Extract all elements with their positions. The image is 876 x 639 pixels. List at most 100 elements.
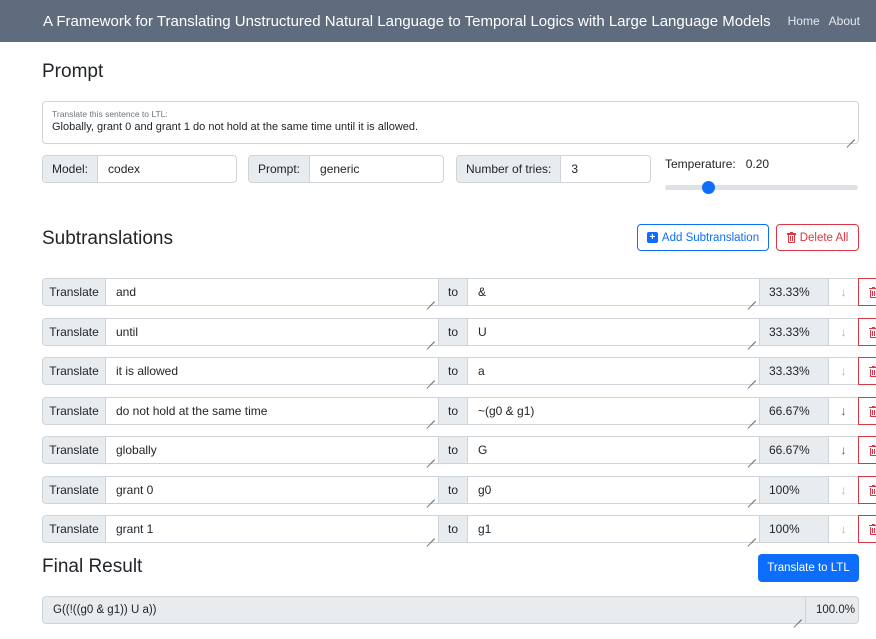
target-formula-input[interactable]: & [467, 278, 760, 306]
temperature-slider-track[interactable] [665, 185, 858, 190]
resize-grip-icon[interactable] [426, 412, 435, 421]
source-text: and [116, 285, 137, 299]
arrow-down-icon[interactable]: ↓ [828, 278, 859, 306]
translate-to-ltl-button[interactable]: Translate to LTL [758, 554, 859, 582]
arrow-down-icon[interactable]: ↓ [828, 318, 859, 346]
arrow-down-icon[interactable]: ↓ [828, 515, 859, 543]
final-result-box: G((!((g0 & g1)) U a)) 100.0% [42, 596, 859, 624]
target-formula-input[interactable]: g1 [467, 515, 760, 543]
prompt-type-label: Prompt: [249, 156, 311, 182]
trash-icon [869, 326, 876, 338]
prompt-select[interactable]: Prompt: generic [248, 155, 444, 183]
resize-grip-icon[interactable] [426, 491, 435, 500]
to-label: to [438, 476, 468, 504]
delete-row-button[interactable] [858, 515, 876, 543]
source-text-input[interactable]: until [105, 318, 439, 346]
resize-grip-icon[interactable] [747, 491, 756, 500]
nav-link-home[interactable]: Home [788, 14, 820, 28]
add-subtranslation-button[interactable]: + Add Subtranslation [637, 224, 769, 251]
resize-grip-icon[interactable] [747, 372, 756, 381]
source-text: do not hold at the same time [116, 404, 268, 418]
arrow-down-icon[interactable]: ↓ [828, 397, 859, 425]
resize-grip-icon[interactable] [426, 372, 435, 381]
prompt-textarea[interactable]: Translate this sentence to LTL: Globally… [42, 101, 859, 144]
confidence-value: 33.33% [759, 357, 829, 385]
trash-icon [869, 405, 876, 417]
translate-label: Translate [42, 357, 106, 385]
delete-all-label: Delete All [799, 231, 849, 244]
target-formula: a [478, 364, 485, 378]
confidence-value: 66.67% [759, 397, 829, 425]
resize-grip-icon[interactable] [747, 293, 756, 302]
resize-grip-icon[interactable] [747, 412, 756, 421]
source-text-input[interactable]: globally [105, 436, 439, 464]
delete-row-button[interactable] [858, 357, 876, 385]
delete-row-button[interactable] [858, 318, 876, 346]
source-text-input[interactable]: do not hold at the same time [105, 397, 439, 425]
resize-grip-icon[interactable] [747, 530, 756, 539]
to-label: to [438, 436, 468, 464]
delete-row-button[interactable] [858, 278, 876, 306]
trash-icon [786, 232, 796, 243]
temperature-label-text: Temperature: [665, 157, 736, 171]
tries-value[interactable]: 3 [561, 156, 650, 182]
nav-link-about[interactable]: About [829, 14, 860, 28]
prompt-type-value[interactable]: generic [310, 156, 443, 182]
target-formula: U [478, 325, 487, 339]
source-text: until [116, 325, 139, 339]
subtranslation-row: Translate and to & 33.33% ↓ [42, 278, 876, 306]
subtranslation-row: Translate globally to G 66.67% ↓ [42, 436, 876, 464]
source-text-input[interactable]: it is allowed [105, 357, 439, 385]
resize-grip-icon[interactable] [426, 333, 435, 342]
source-text-input[interactable]: grant 0 [105, 476, 439, 504]
resize-grip-icon[interactable] [426, 530, 435, 539]
translate-label: Translate [42, 318, 106, 346]
target-formula-input[interactable]: G [467, 436, 760, 464]
subtranslation-row: Translate it is allowed to a 33.33% ↓ [42, 357, 876, 385]
target-formula-input[interactable]: a [467, 357, 760, 385]
source-text: grant 1 [116, 522, 154, 536]
resize-grip-icon[interactable] [747, 451, 756, 460]
navbar-brand[interactable]: A Framework for Translating Unstructured… [43, 13, 779, 30]
delete-row-button[interactable] [858, 397, 876, 425]
arrow-down-icon[interactable]: ↓ [828, 357, 859, 385]
target-formula: G [478, 443, 488, 457]
model-select[interactable]: Model: codex [42, 155, 237, 183]
resize-grip-icon[interactable] [793, 611, 802, 620]
target-formula-input[interactable]: ~(g0 & g1) [467, 397, 760, 425]
plus-square-icon: + [646, 232, 658, 243]
model-value[interactable]: codex [98, 156, 236, 182]
to-label: to [438, 278, 468, 306]
subtranslation-row: Translate grant 1 to g1 100% ↓ [42, 515, 876, 543]
translate-label: Translate [42, 278, 106, 306]
arrow-down-icon[interactable]: ↓ [828, 436, 859, 464]
source-text-input[interactable]: grant 1 [105, 515, 439, 543]
target-formula-input[interactable]: U [467, 318, 760, 346]
prompt-instruction: Translate this sentence to LTL: [52, 109, 168, 119]
temperature-label: Temperature: 0.20 [665, 157, 769, 171]
delete-row-button[interactable] [858, 476, 876, 504]
target-formula: g0 [478, 483, 492, 497]
resize-grip-icon[interactable] [426, 451, 435, 460]
delete-row-button[interactable] [858, 436, 876, 464]
subtranslation-row: Translate grant 0 to g0 100% ↓ [42, 476, 876, 504]
delete-all-button[interactable]: Delete All [776, 224, 859, 251]
final-result-formula-field[interactable]: G((!((g0 & g1)) U a)) [42, 596, 806, 624]
final-result-formula: G((!((g0 & g1)) U a)) [53, 604, 157, 616]
arrow-down-icon[interactable]: ↓ [828, 476, 859, 504]
source-text-input[interactable]: and [105, 278, 439, 306]
confidence-value: 100% [759, 515, 829, 543]
tries-label: Number of tries: [457, 156, 562, 182]
temperature-slider-thumb[interactable] [702, 181, 715, 194]
to-label: to [438, 357, 468, 385]
tries-input[interactable]: Number of tries: 3 [456, 155, 651, 183]
resize-grip-icon[interactable] [747, 333, 756, 342]
final-result-heading: Final Result [42, 556, 143, 577]
translate-label: Translate [42, 515, 106, 543]
target-formula-input[interactable]: g0 [467, 476, 760, 504]
resize-grip-icon[interactable] [846, 131, 855, 140]
subtranslation-row: Translate until to U 33.33% ↓ [42, 318, 876, 346]
translate-label: Translate [42, 476, 106, 504]
model-label: Model: [43, 156, 99, 182]
resize-grip-icon[interactable] [426, 293, 435, 302]
